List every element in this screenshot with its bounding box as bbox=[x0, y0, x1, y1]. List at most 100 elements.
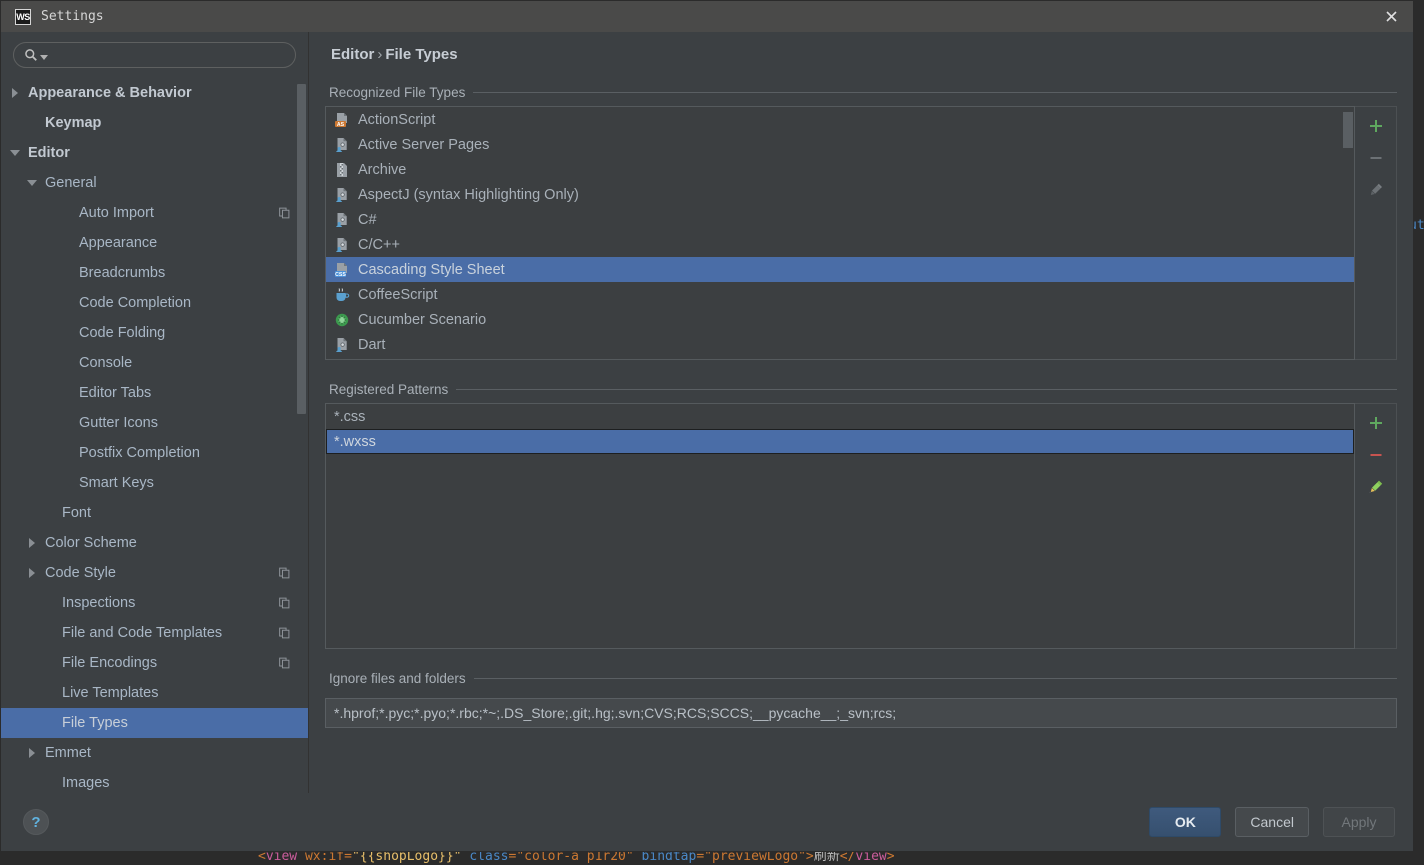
remove-pattern-button[interactable] bbox=[1362, 442, 1390, 468]
plus-icon bbox=[1369, 417, 1382, 429]
help-icon[interactable]: ? bbox=[23, 809, 49, 835]
sidebar-item-postfix-completion[interactable]: Postfix Completion bbox=[1, 438, 308, 468]
section-divider bbox=[473, 92, 1397, 93]
recognized-file-types-label: Recognized File Types bbox=[329, 85, 466, 100]
sidebar-item-appearance-behavior[interactable]: Appearance & Behavior bbox=[1, 78, 308, 108]
dialog-title: Settings bbox=[41, 9, 104, 24]
sidebar-item-code-completion[interactable]: Code Completion bbox=[1, 288, 308, 318]
file-type-label: Active Server Pages bbox=[358, 136, 490, 153]
pattern-row[interactable]: *.wxss bbox=[326, 429, 1354, 454]
sidebar-item-label: Editor bbox=[28, 145, 70, 161]
sidebar-item-images[interactable]: Images bbox=[1, 768, 308, 793]
file-type-row[interactable]: Archive bbox=[326, 157, 1354, 182]
sidebar-item-keymap[interactable]: Keymap bbox=[1, 108, 308, 138]
edit-file-type-button bbox=[1362, 177, 1390, 203]
chevron-right-icon[interactable] bbox=[28, 537, 39, 549]
sidebar-item-smart-keys[interactable]: Smart Keys bbox=[1, 468, 308, 498]
chevron-down-icon[interactable] bbox=[10, 148, 22, 159]
sidebar-item-color-scheme[interactable]: Color Scheme bbox=[1, 528, 308, 558]
sidebar-item-live-templates[interactable]: Live Templates bbox=[1, 678, 308, 708]
file-type-label: CoffeeScript bbox=[358, 286, 438, 303]
sidebar-item-code-style[interactable]: Code Style bbox=[1, 558, 308, 588]
breadcrumb-parent[interactable]: Editor bbox=[331, 46, 374, 63]
copy-settings-icon[interactable] bbox=[279, 597, 290, 609]
file-type-row[interactable]: CoffeeScript bbox=[326, 282, 1354, 307]
recognized-file-types-header: Recognized File Types bbox=[329, 85, 1397, 100]
chevron-right-icon[interactable] bbox=[28, 567, 39, 579]
ignore-files-label: Ignore files and folders bbox=[329, 671, 466, 686]
sidebar-item-console[interactable]: Console bbox=[1, 348, 308, 378]
copy-settings-icon[interactable] bbox=[279, 567, 290, 579]
sidebar-item-auto-import[interactable]: Auto Import bbox=[1, 198, 308, 228]
registered-patterns-toolbar bbox=[1355, 403, 1397, 649]
sidebar-scrollbar[interactable] bbox=[297, 76, 306, 793]
edit-pattern-button[interactable] bbox=[1362, 474, 1390, 500]
sidebar-item-editor[interactable]: Editor bbox=[1, 138, 308, 168]
sidebar-item-label: Font bbox=[62, 505, 92, 521]
copy-settings-icon[interactable] bbox=[279, 627, 290, 639]
copy-settings-icon[interactable] bbox=[279, 657, 290, 669]
sidebar-item-label: Keymap bbox=[45, 115, 102, 131]
recognized-file-types-list[interactable]: AS ActionScript Active Server Pages Archive… bbox=[325, 106, 1355, 360]
copy-settings-icon[interactable] bbox=[279, 207, 290, 219]
close-icon[interactable] bbox=[1369, 1, 1413, 32]
ignore-files-header: Ignore files and folders bbox=[329, 671, 1397, 686]
add-pattern-button[interactable] bbox=[1362, 410, 1390, 436]
registered-patterns-list[interactable]: *.css *.wxss bbox=[325, 403, 1355, 649]
ok-button[interactable]: OK bbox=[1149, 807, 1222, 837]
chevron-right-icon[interactable] bbox=[28, 747, 39, 759]
add-file-type-button[interactable] bbox=[1362, 113, 1390, 139]
webstorm-logo-icon: WS bbox=[15, 8, 31, 25]
file-type-row[interactable]: Cucumber Scenario bbox=[326, 307, 1354, 332]
file-types-scrollbar-thumb[interactable] bbox=[1343, 112, 1353, 148]
chevron-down-icon[interactable] bbox=[40, 54, 48, 60]
file-type-row[interactable]: AS ActionScript bbox=[326, 107, 1354, 132]
chevron-down-icon[interactable] bbox=[27, 178, 39, 189]
ignore-files-input[interactable]: *.hprof;*.pyc;*.pyo;*.rbc;*~;.DS_Store;.… bbox=[325, 698, 1397, 728]
search-box[interactable] bbox=[13, 42, 296, 68]
settings-tree[interactable]: Appearance & Behavior Keymap Editor General… bbox=[1, 76, 308, 793]
sidebar-item-label: Code Folding bbox=[79, 325, 166, 341]
settings-main-panel: Editor › File Types Recognized File Types … bbox=[309, 32, 1413, 793]
cancel-button[interactable]: Cancel bbox=[1235, 807, 1309, 837]
apply-button[interactable]: Apply bbox=[1323, 807, 1395, 837]
registered-patterns-label: Registered Patterns bbox=[329, 382, 449, 397]
sidebar-item-general[interactable]: General bbox=[1, 168, 308, 198]
file-type-row[interactable]: Dart bbox=[326, 332, 1354, 357]
sidebar-item-emmet[interactable]: Emmet bbox=[1, 738, 308, 768]
pattern-label: *.css bbox=[334, 408, 366, 425]
sidebar-scrollbar-thumb[interactable] bbox=[297, 84, 306, 414]
sidebar-item-gutter-icons[interactable]: Gutter Icons bbox=[1, 408, 308, 438]
sidebar-item-file-encodings[interactable]: File Encodings bbox=[1, 648, 308, 678]
sidebar-item-file-and-code-templates[interactable]: File and Code Templates bbox=[1, 618, 308, 648]
sidebar-item-breadcrumbs[interactable]: Breadcrumbs bbox=[1, 258, 308, 288]
file-type-row[interactable]: C# bbox=[326, 207, 1354, 232]
sidebar-item-code-folding[interactable]: Code Folding bbox=[1, 318, 308, 348]
sidebar-item-label: Gutter Icons bbox=[79, 415, 158, 431]
chevron-right-icon[interactable] bbox=[11, 87, 22, 99]
file-type-label: Dart bbox=[358, 336, 386, 353]
generic-code-file-icon bbox=[336, 137, 347, 152]
sidebar-item-inspections[interactable]: Inspections bbox=[1, 588, 308, 618]
file-type-row[interactable]: Active Server Pages bbox=[326, 132, 1354, 157]
sidebar-item-label: Breadcrumbs bbox=[79, 265, 166, 281]
sidebar-item-font[interactable]: Font bbox=[1, 498, 308, 528]
sidebar-item-file-types[interactable]: File Types bbox=[1, 708, 308, 738]
pattern-row[interactable]: *.css bbox=[326, 404, 1354, 429]
file-type-row[interactable]: AspectJ (syntax Highlighting Only) bbox=[326, 182, 1354, 207]
sidebar-item-editor-tabs[interactable]: Editor Tabs bbox=[1, 378, 308, 408]
sidebar-item-label: File and Code Templates bbox=[62, 625, 223, 641]
file-type-row[interactable]: C/C++ bbox=[326, 232, 1354, 257]
file-type-row[interactable]: CSS Cascading Style Sheet bbox=[326, 257, 1354, 282]
sidebar-item-appearance[interactable]: Appearance bbox=[1, 228, 308, 258]
sidebar-item-label: Console bbox=[79, 355, 133, 371]
search-input[interactable] bbox=[50, 47, 285, 63]
